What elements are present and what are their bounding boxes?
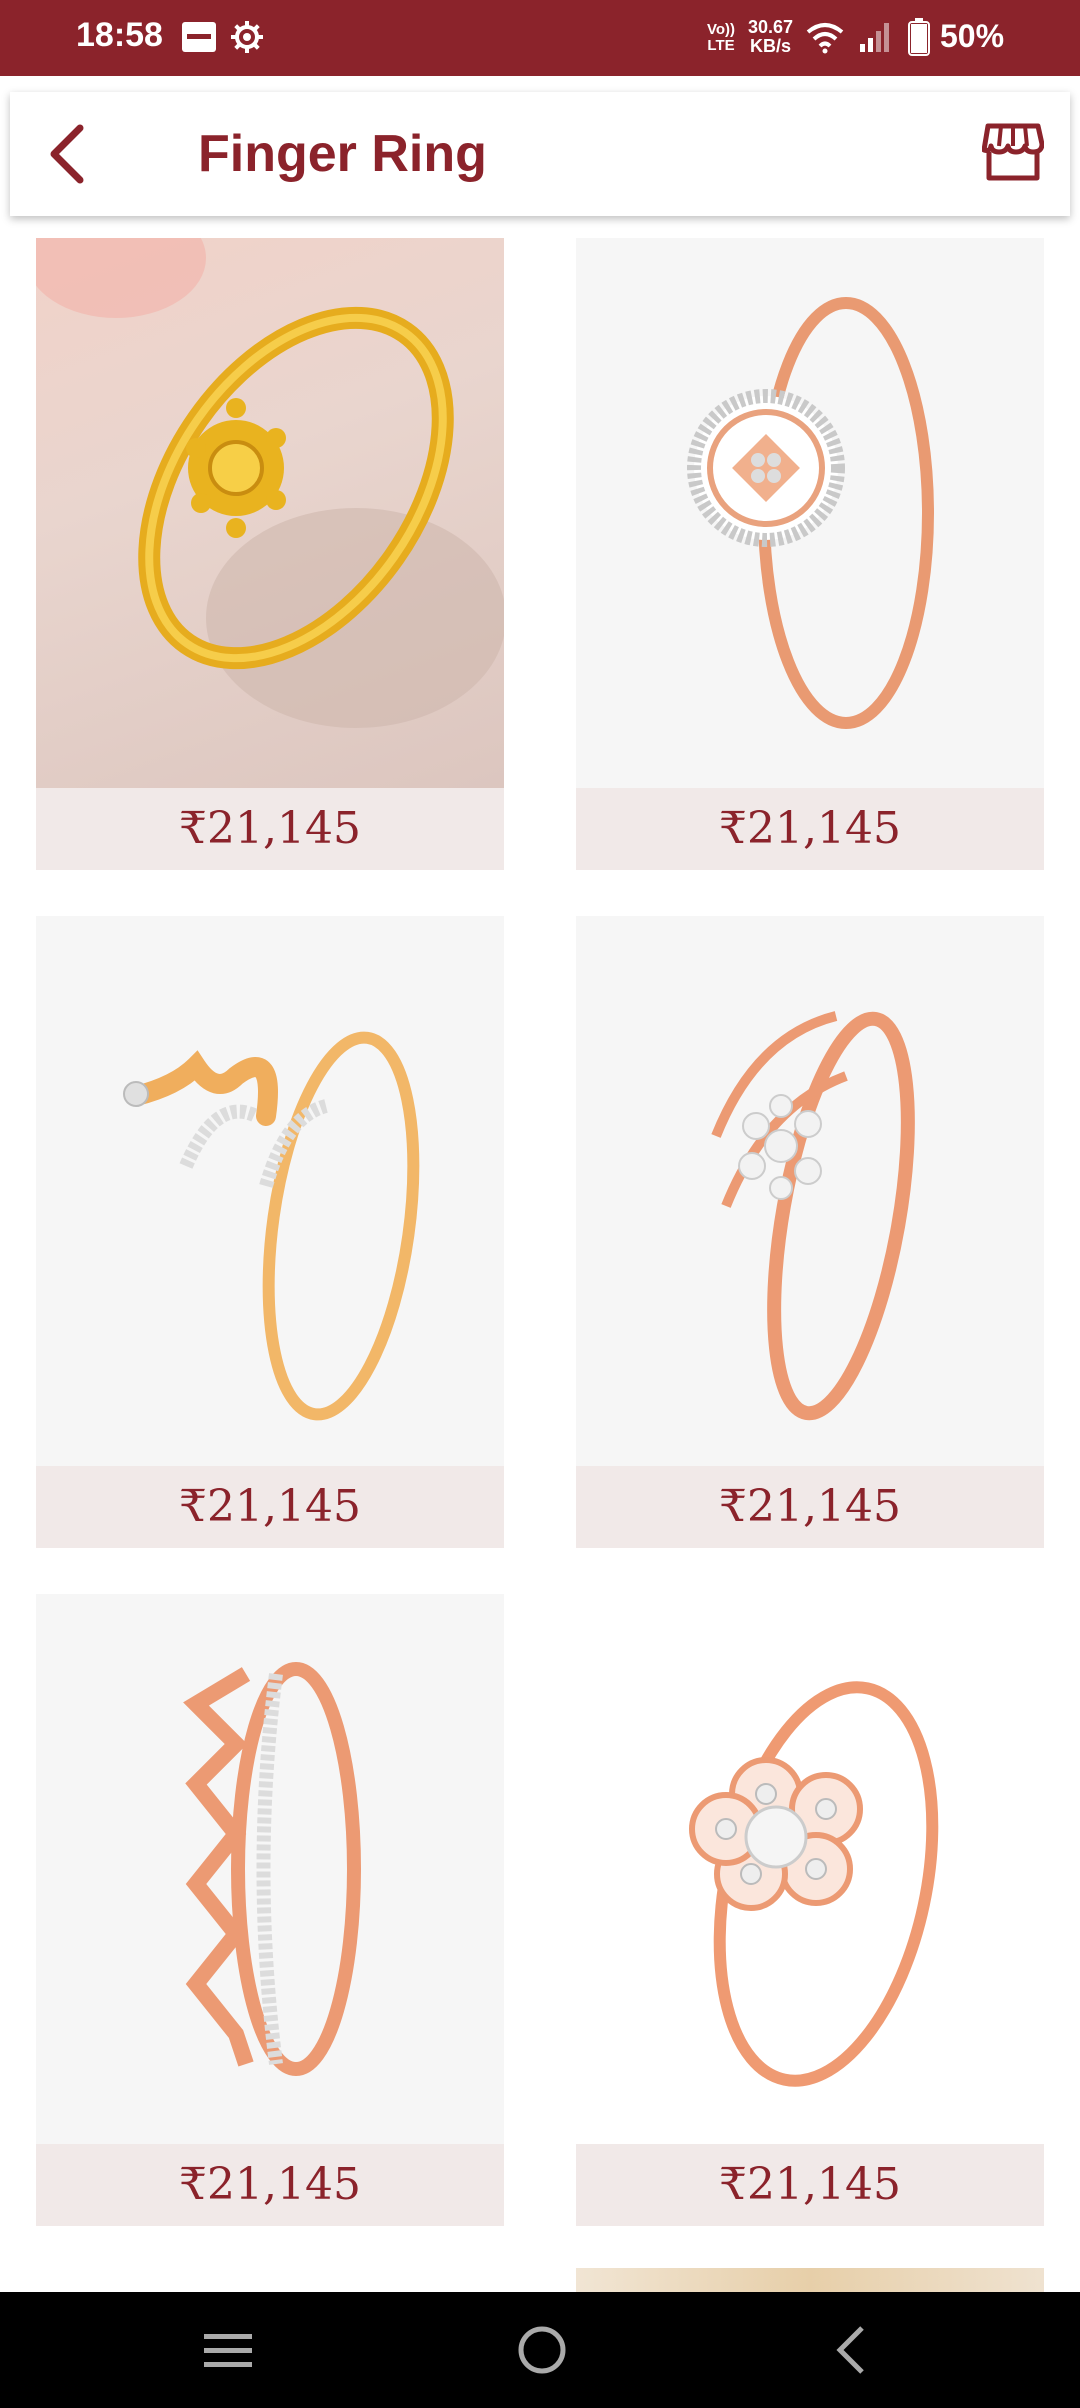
product-card[interactable]: ₹21,145 xyxy=(36,1594,504,2226)
product-price: ₹21,145 xyxy=(36,788,504,870)
battery-percent: 50% xyxy=(940,18,1005,54)
note-icon xyxy=(182,22,216,52)
speed-value: 30.67 xyxy=(748,17,794,37)
speed-unit: KB/s xyxy=(750,36,792,56)
page-title: Finger Ring xyxy=(198,125,487,183)
product-card[interactable]: ₹21,145 xyxy=(36,916,504,1548)
product-price: ₹21,145 xyxy=(576,788,1044,870)
volte-indicator: Vo)) LTE xyxy=(707,22,735,54)
navigation-bar xyxy=(0,2292,1080,2408)
app-bar: Finger Ring xyxy=(10,92,1070,216)
gear-icon xyxy=(231,21,263,53)
product-price: ₹21,145 xyxy=(36,1466,504,1548)
back-icon[interactable] xyxy=(830,2324,870,2376)
gold-wave-diamond-ring-icon xyxy=(123,1031,420,1421)
volte-line1: Vo)) xyxy=(707,21,736,38)
status-bar: 18:58 Vo)) LTE 30.67 KB/s 50% xyxy=(0,0,1080,76)
rose-gold-halo-diamond-ring-icon xyxy=(687,297,934,729)
product-price: ₹21,145 xyxy=(576,2144,1044,2226)
home-icon[interactable] xyxy=(516,2324,568,2376)
status-time: 18:58 xyxy=(76,16,163,54)
product-card[interactable]: ₹21,145 xyxy=(576,238,1044,870)
network-speed: 30.67 KB/s xyxy=(748,18,793,56)
store-icon[interactable] xyxy=(982,122,1044,182)
product-image[interactable] xyxy=(576,1594,1044,2144)
wifi-icon xyxy=(806,23,844,54)
product-card[interactable]: ₹21,145 xyxy=(36,238,504,870)
product-image[interactable] xyxy=(576,916,1044,1466)
volte-line2: LTE xyxy=(707,37,735,54)
product-image[interactable] xyxy=(36,916,504,1466)
signal-icon xyxy=(860,23,889,52)
yellow-gold-floral-ring-icon xyxy=(36,238,504,728)
rose-gold-zigzag-diamond-ring-icon xyxy=(183,1662,361,2076)
menu-icon[interactable] xyxy=(204,2328,252,2372)
product-image[interactable] xyxy=(36,238,504,788)
rose-gold-flower-diamond-ring-icon xyxy=(689,1681,939,2087)
product-image[interactable] xyxy=(576,238,1044,788)
product-card[interactable]: ₹21,145 xyxy=(576,1594,1044,2226)
back-arrow-icon[interactable] xyxy=(38,122,98,186)
product-card[interactable]: ₹21,145 xyxy=(576,916,1044,1548)
product-price: ₹21,145 xyxy=(576,1466,1044,1548)
rose-gold-cluster-diamond-ring-icon xyxy=(711,1011,915,1421)
product-image[interactable] xyxy=(36,1594,504,2144)
battery-icon xyxy=(908,18,930,56)
product-price: ₹21,145 xyxy=(36,2144,504,2226)
